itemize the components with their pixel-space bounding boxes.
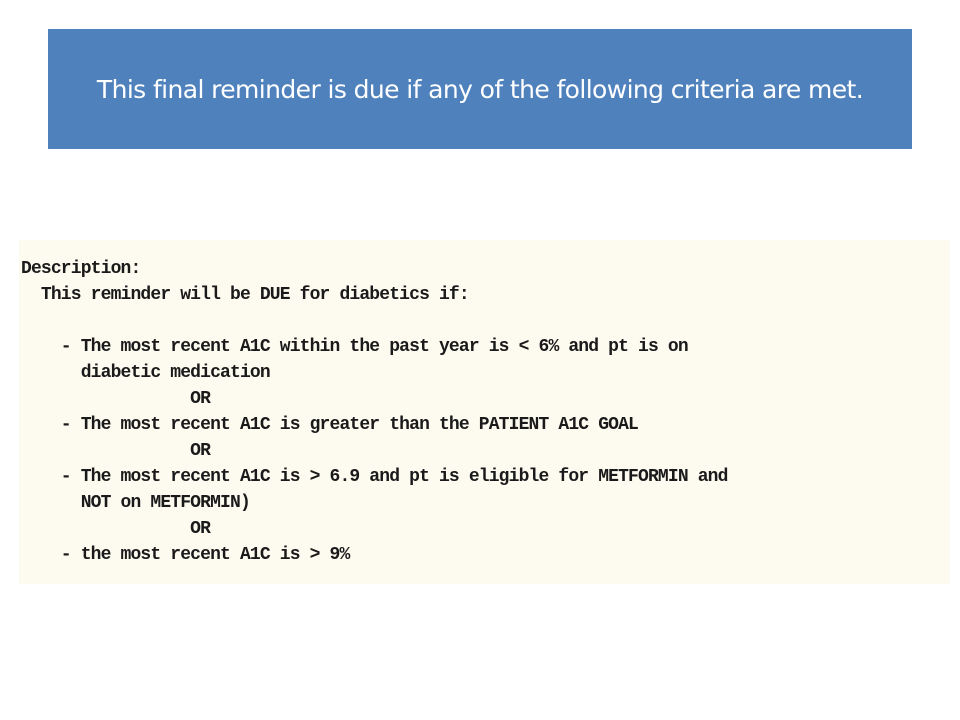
criterion-1-line-1: - The most recent A1C within the past ye… [21, 337, 689, 357]
reminder-banner: This final reminder is due if any of the… [48, 29, 912, 149]
criterion-1-line-2: diabetic medication [21, 363, 271, 383]
description-heading: Description: [21, 259, 141, 279]
or-separator: OR [21, 441, 211, 461]
criterion-4-line-1: - the most recent A1C is > 9% [21, 545, 350, 565]
description-panel: Description: This reminder will be DUE f… [19, 240, 950, 584]
or-separator: OR [21, 519, 211, 539]
criterion-3-line-1: - The most recent A1C is > 6.9 and pt is… [21, 467, 729, 487]
description-intro: This reminder will be DUE for diabetics … [21, 285, 470, 305]
banner-title: This final reminder is due if any of the… [96, 74, 864, 104]
or-separator: OR [21, 389, 211, 409]
description-lines: Description: This reminder will be DUE f… [21, 256, 728, 568]
criterion-3-line-2: NOT on METFORMIN) [21, 493, 251, 513]
description-blank-line [21, 308, 728, 334]
criterion-2-line-1: - The most recent A1C is greater than th… [21, 415, 639, 435]
